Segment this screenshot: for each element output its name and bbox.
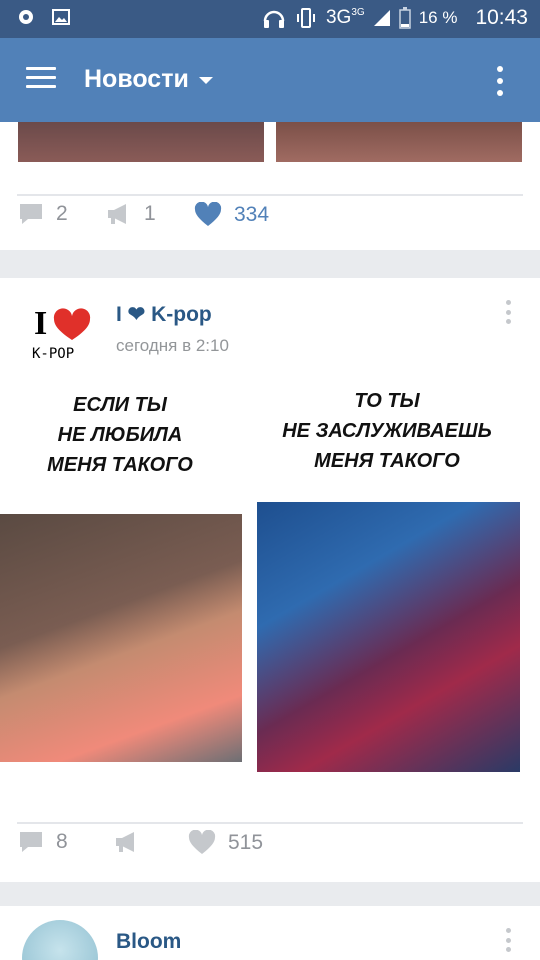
like-button[interactable]: 334 [194,202,269,228]
post-actions: 2 1 334 [0,202,540,242]
app-bar: Новости [0,38,540,122]
avatar[interactable]: I K-POP [30,300,94,364]
post-time: сегодня в 2:10 [116,336,229,355]
post-menu-icon[interactable] [506,928,512,952]
post-menu-icon[interactable] [506,300,512,324]
post-card: 2 1 334 [0,122,540,250]
more-options-icon[interactable] [496,66,504,96]
repost-button[interactable]: 1 [106,202,156,226]
clock: 10:43 [475,6,528,29]
status-bar: 3G3G 16 % 10:43 [0,0,540,38]
divider [17,194,523,196]
post-photo[interactable] [276,122,522,162]
megaphone-icon [108,204,126,224]
svg-text:I: I [34,305,47,342]
image-icon [52,9,70,25]
post-photo[interactable] [18,122,264,162]
comment-icon [20,832,42,852]
post-card: I K-POP I ❤ K-pop сегодня в 2:10 ЕСЛИ ТЫ… [0,278,540,882]
battery-level: 16 % [418,8,458,27]
vibrate-icon [296,8,315,28]
heart-icon [188,830,216,854]
post-card: Bloom [0,906,540,960]
heart-icon [194,202,222,226]
divider [17,822,523,824]
comment-button[interactable]: 2 [18,202,68,226]
meme-photo-right [257,502,520,772]
post-author[interactable]: I ❤ K-pop [116,302,212,327]
record-icon [19,10,33,24]
repost-button[interactable] [114,830,140,854]
avatar-logo-text: K-POP [32,346,74,362]
meme-caption-right: ТО ТЫ НЕ ЗАСЛУЖИВАЕШЬ МЕНЯ ТАКОГО [282,390,492,472]
avatar[interactable] [22,920,98,960]
megaphone-icon [116,832,134,852]
meme-caption-left: ЕСЛИ ТЫ НЕ ЛЮБИЛА МЕНЯ ТАКОГО [47,394,193,476]
network-type: 3G3G [325,7,365,28]
battery-icon [398,7,411,29]
post-image[interactable]: ЕСЛИ ТЫ НЕ ЛЮБИЛА МЕНЯ ТАКОГО ТО ТЫ НЕ З… [0,386,540,786]
chevron-down-icon [198,77,213,84]
signal-icon [373,10,390,26]
post-actions: 8 515 [0,830,540,870]
page-title: Новости [84,65,189,93]
comment-button[interactable]: 8 [18,830,68,854]
meme-photo-left [0,514,242,762]
like-button[interactable]: 515 [188,830,263,856]
comment-icon [20,204,42,224]
headset-icon [263,10,285,28]
hamburger-menu-icon[interactable] [26,67,56,91]
post-author[interactable]: Bloom [116,930,181,954]
feed-selector[interactable]: Новости [84,65,213,94]
